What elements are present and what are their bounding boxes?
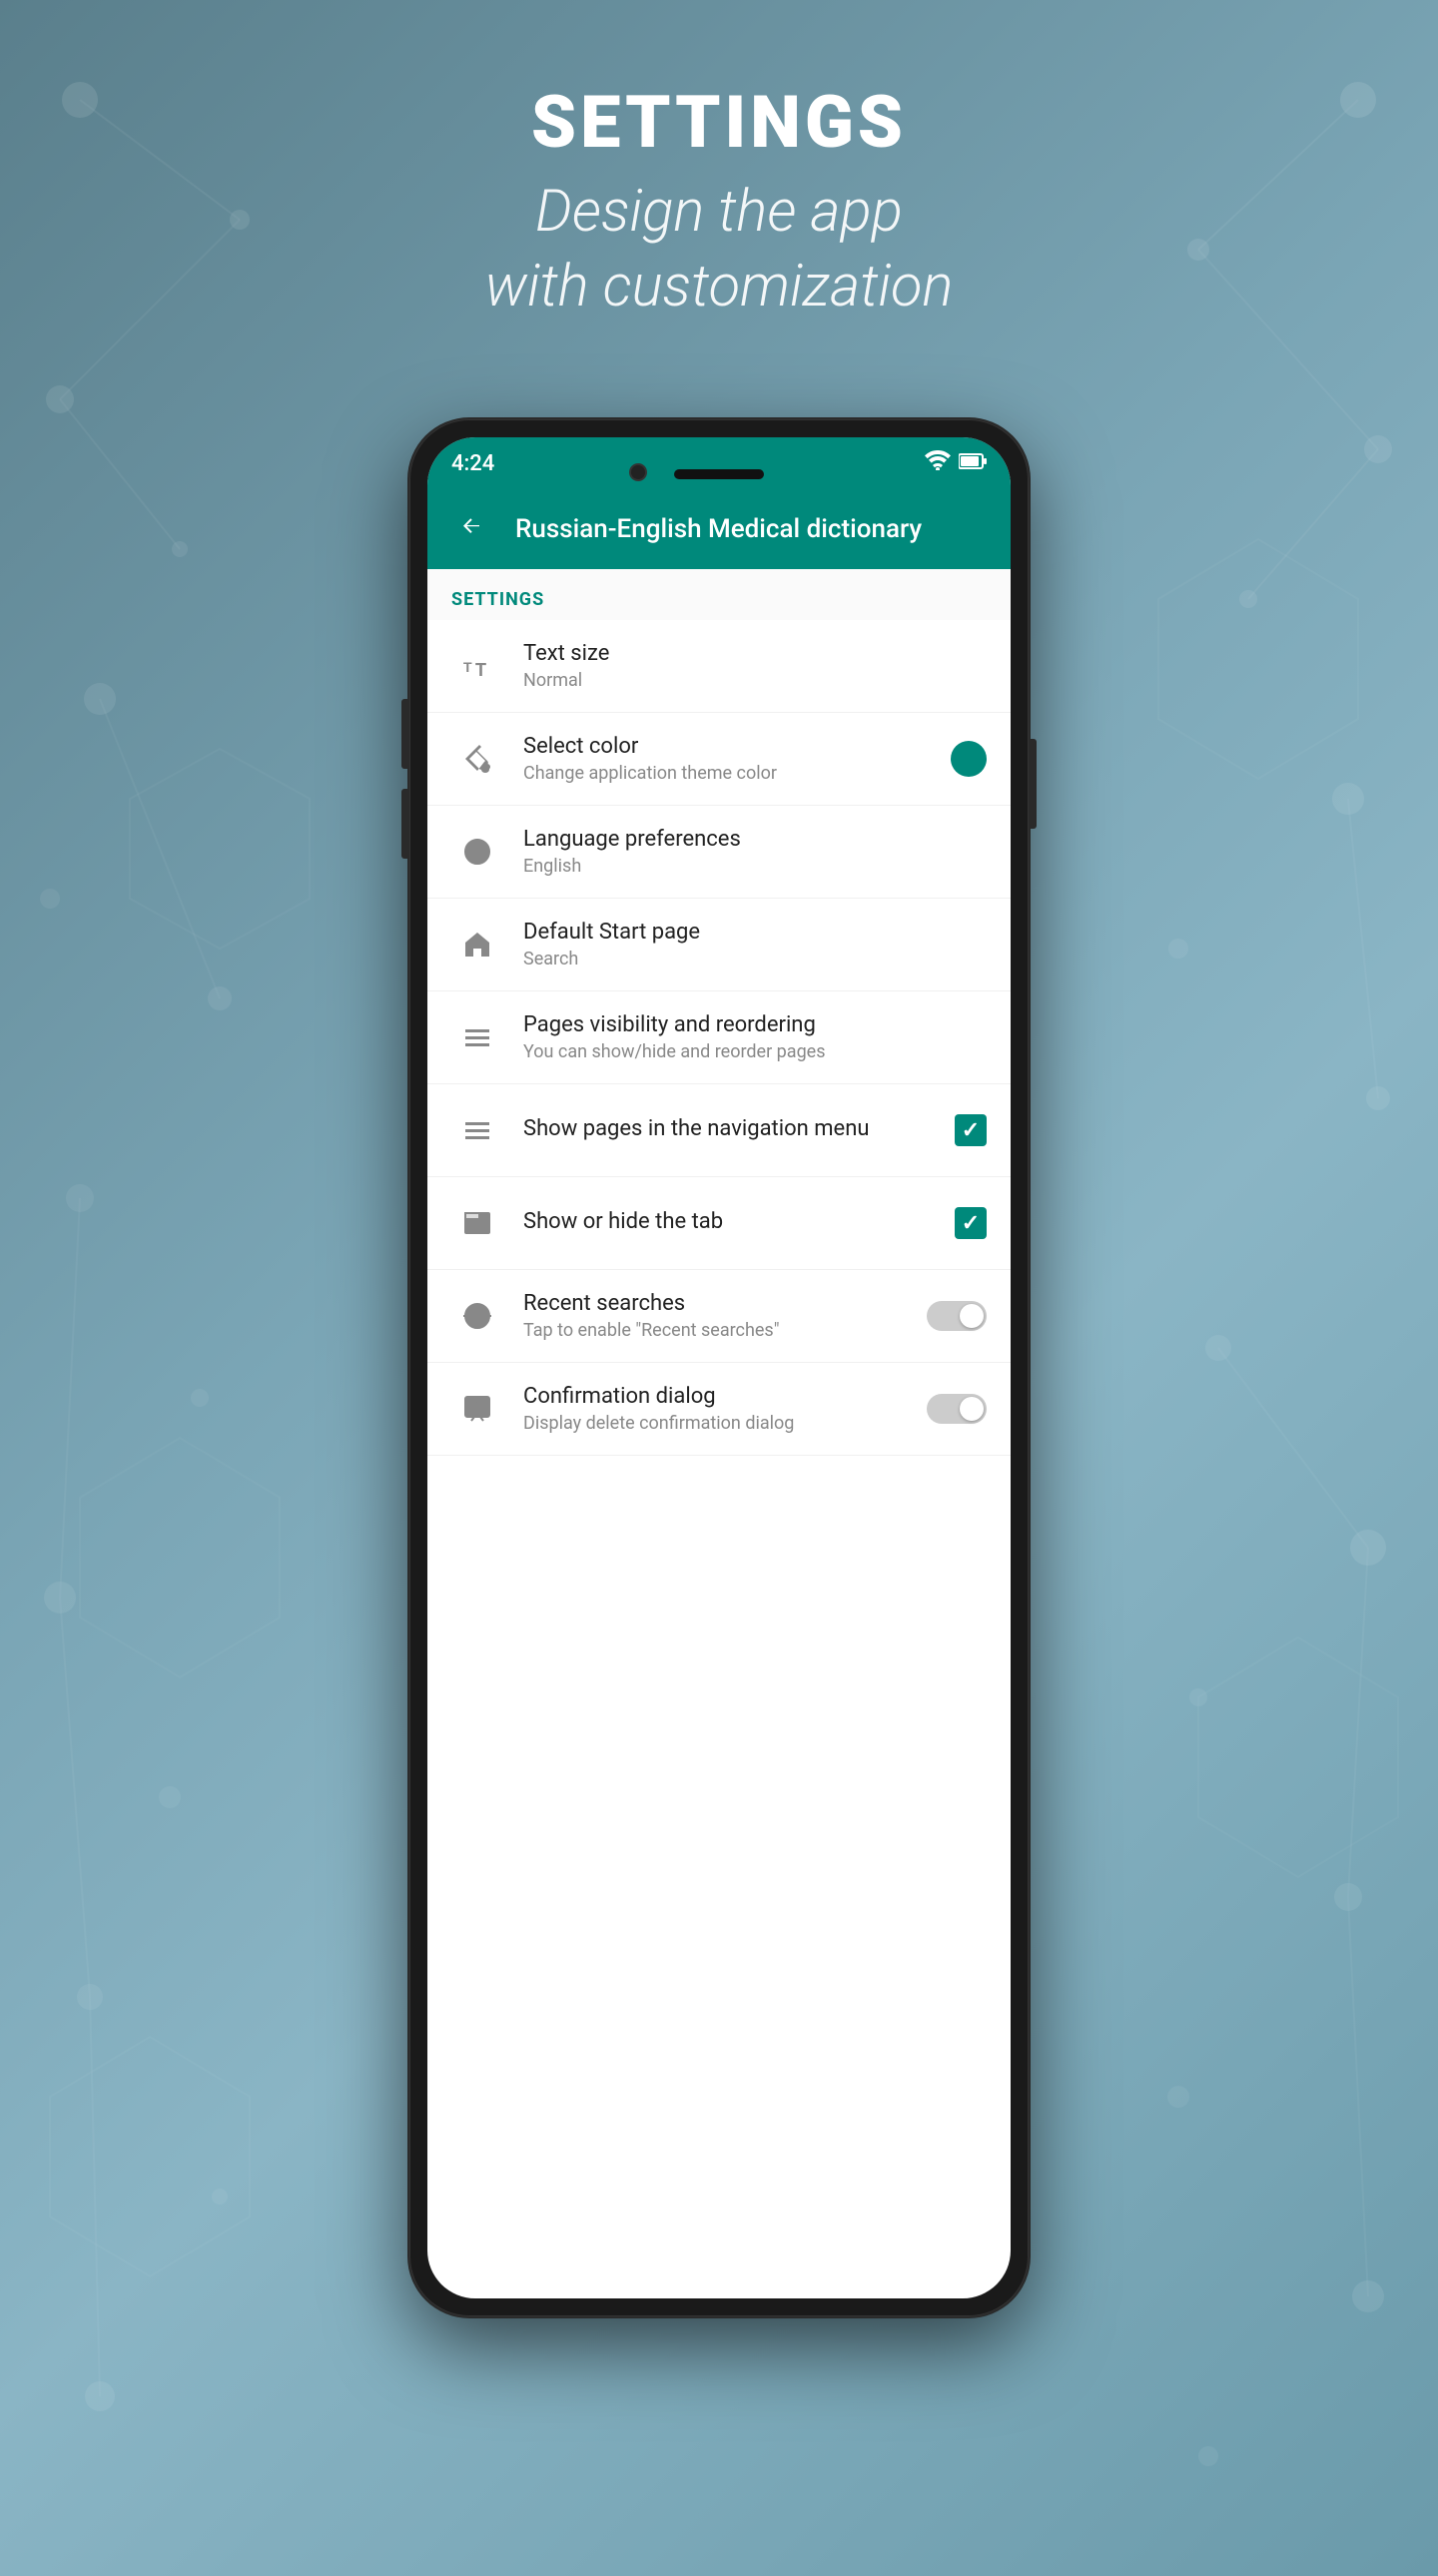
pages-visibility-subtitle: You can show/hide and reorder pages [523,1041,987,1062]
show-hide-tab-text: Show or hide the tab [523,1209,943,1238]
start-page-text: Default Start page Search [523,920,987,969]
language-setting[interactable]: Language preferences English [427,806,1011,899]
home-icon [451,919,503,970]
text-size-setting[interactable]: T T Text size Normal [427,620,1011,713]
phone-camera [629,463,647,481]
language-title: Language preferences [523,827,987,852]
recent-searches-toggle[interactable] [927,1301,987,1331]
pages-visibility-setting[interactable]: Pages visibility and reordering You can … [427,991,1011,1084]
power-button [1031,739,1037,829]
select-color-title: Select color [523,734,939,759]
header-title: SETTINGS [0,80,1438,165]
show-pages-nav-text: Show pages in the navigation menu [523,1116,943,1145]
app-bar-title: Russian-English Medical dictionary [515,514,922,544]
recent-searches-setting[interactable]: Recent searches Tap to enable "Recent se… [427,1270,1011,1363]
phone-device: 4:24 [409,419,1029,2316]
globe-icon [451,826,503,878]
svg-text:T: T [463,659,472,675]
header-subtitle: Design the app with customization [0,175,1438,325]
toggle-thumb-2 [960,1397,984,1421]
battery-icon [959,451,987,476]
phone-screen: 4:24 [427,437,1011,2298]
recent-searches-text: Recent searches Tap to enable "Recent se… [523,1291,915,1341]
show-hide-tab-title: Show or hide the tab [523,1209,943,1234]
history-icon [451,1290,503,1342]
app-bar: Russian-English Medical dictionary [427,489,1011,569]
pages-visibility-text: Pages visibility and reordering You can … [523,1012,987,1062]
select-color-setting[interactable]: Select color Change application theme co… [427,713,1011,806]
start-page-title: Default Start page [523,920,987,945]
show-hide-tab-checkbox[interactable]: ✓ [955,1207,987,1239]
dialog-icon: ? [451,1383,503,1435]
status-time: 4:24 [451,451,494,476]
pages-visibility-title: Pages visibility and reordering [523,1012,987,1037]
text-size-icon: T T [451,640,503,692]
text-size-subtitle: Normal [523,670,987,691]
recent-searches-control[interactable] [927,1301,987,1331]
status-icons [925,450,987,476]
show-pages-nav-title: Show pages in the navigation menu [523,1116,943,1141]
settings-section-header: SETTINGS [427,569,1011,620]
settings-content: SETTINGS T T Text size Normal [427,569,1011,1456]
show-pages-nav-setting[interactable]: Show pages in the navigation menu ✓ [427,1084,1011,1177]
tab-icon [451,1197,503,1249]
wifi-icon [925,450,951,476]
recent-searches-subtitle: Tap to enable "Recent searches" [523,1320,915,1341]
language-subtitle: English [523,856,987,877]
phone-body: 4:24 [409,419,1029,2316]
phone-speaker [674,469,764,479]
select-color-subtitle: Change application theme color [523,763,939,784]
status-bar: 4:24 [427,437,1011,489]
show-hide-tab-control[interactable]: ✓ [955,1207,987,1239]
show-pages-nav-checkbox[interactable]: ✓ [955,1114,987,1146]
color-swatch-control [951,741,987,777]
confirmation-dialog-subtitle: Display delete confirmation dialog [523,1413,915,1434]
show-hide-tab-setting[interactable]: Show or hide the tab ✓ [427,1177,1011,1270]
svg-text:T: T [475,660,486,680]
recent-searches-title: Recent searches [523,1291,915,1316]
pages-icon [451,1011,503,1063]
show-pages-nav-control[interactable]: ✓ [955,1114,987,1146]
confirmation-dialog-control[interactable] [927,1394,987,1424]
confirmation-dialog-text: Confirmation dialog Display delete confi… [523,1384,915,1434]
nav-menu-icon [451,1104,503,1156]
text-size-text: Text size Normal [523,641,987,691]
confirmation-dialog-title: Confirmation dialog [523,1384,915,1409]
select-color-text: Select color Change application theme co… [523,734,939,784]
language-text: Language preferences English [523,827,987,877]
text-size-title: Text size [523,641,987,666]
paint-bucket-icon [451,733,503,785]
header-area: SETTINGS Design the app with customizati… [0,80,1438,325]
back-button[interactable] [447,510,495,548]
svg-text:?: ? [475,1398,484,1414]
start-page-subtitle: Search [523,949,987,969]
volume-down-button [401,789,407,859]
confirmation-dialog-toggle[interactable] [927,1394,987,1424]
toggle-thumb [960,1304,984,1328]
volume-up-button [401,699,407,769]
color-dot [951,741,987,777]
confirmation-dialog-setting[interactable]: ? Confirmation dialog Display delete con… [427,1363,1011,1456]
start-page-setting[interactable]: Default Start page Search [427,899,1011,991]
